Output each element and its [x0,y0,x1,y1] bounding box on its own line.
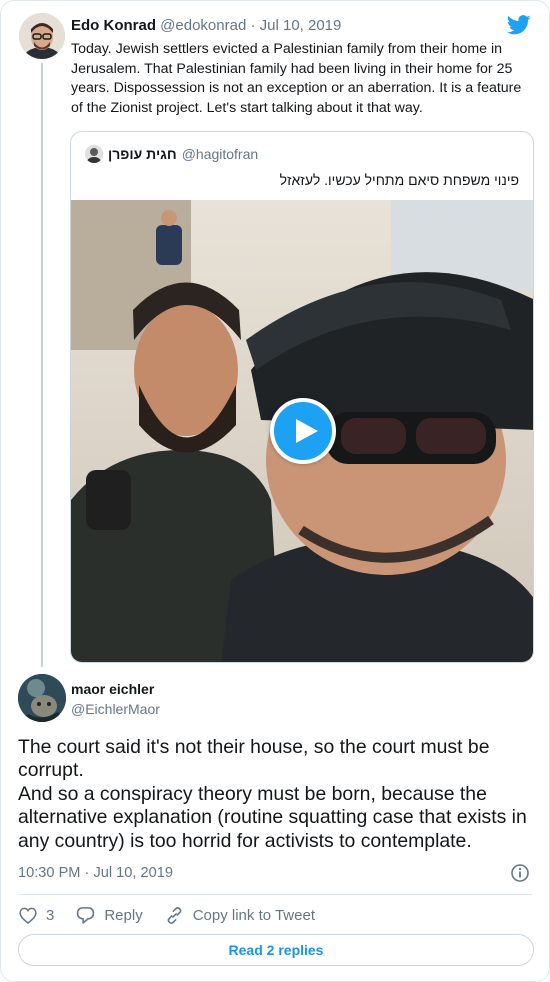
link-icon [167,906,182,924]
reply-date: Jul 10, 2019 [93,865,173,881]
thread-connector-line [41,63,43,667]
parent-tweet-text: Today. Jewish settlers evicted a Palesti… [71,41,522,116]
copy-link-label: Copy link to Tweet [192,906,315,924]
quoted-author-name: חגית עופרן [108,146,177,162]
quoted-author-avatar [85,145,103,163]
reply-separator: · [80,865,94,881]
parent-author-avatar[interactable] [19,13,65,59]
reply-label: Reply [104,906,143,924]
quoted-author-handle: @hagitofran [181,146,259,162]
reply-text-line: The court said it's not their house, so … [18,736,490,782]
quoted-tweet-header: חגית עופרן @hagitofran [85,145,258,163]
divider [18,894,532,895]
parent-separator: · [246,17,260,34]
twitter-bird-icon[interactable] [507,15,531,35]
parent-tweet-header: Edo Konrad @edokonrad · Jul 10, 2019 [71,17,341,34]
reply-author-handle[interactable]: @EichlerMaor [71,701,160,717]
play-icon [296,419,318,443]
embedded-tweet-card: Edo Konrad @edokonrad · Jul 10, 2019 Tod… [0,0,550,982]
parent-author-name[interactable]: Edo Konrad [71,17,156,34]
reply-author-name[interactable]: maor eichler [71,681,154,697]
heart-icon [19,907,37,924]
play-button[interactable] [270,398,336,464]
tweet-actions: 3 Reply Copy link to Tweet [19,904,337,926]
quoted-tweet-text: פינוי משפחת סיאם מתחיל עכשיו. לעזאזל [279,172,519,188]
like-count: 3 [46,906,55,924]
reply-tweet-text: The court said it's not their house, so … [18,736,538,853]
reply-author-avatar[interactable] [18,674,66,722]
reply-timestamp[interactable]: 10:30 PM · Jul 10, 2019 [18,865,173,881]
reply-text-line: And so a conspiracy theory must be born,… [18,782,527,852]
parent-tweet-date[interactable]: Jul 10, 2019 [260,17,342,34]
reply-time: 10:30 PM [18,865,81,881]
reply-button[interactable]: Reply [76,906,143,924]
reply-bubble-icon [77,907,95,924]
like-button[interactable]: 3 [19,907,54,924]
video-thumbnail[interactable] [71,200,533,662]
parent-author-handle[interactable]: @edokonrad [160,17,246,34]
info-icon[interactable] [510,863,530,883]
copy-link-button[interactable]: Copy link to Tweet [165,906,315,925]
read-replies-button[interactable]: Read 2 replies [18,934,534,966]
quoted-tweet[interactable]: חגית עופרן @hagitofran פינוי משפחת סיאם … [70,131,534,663]
